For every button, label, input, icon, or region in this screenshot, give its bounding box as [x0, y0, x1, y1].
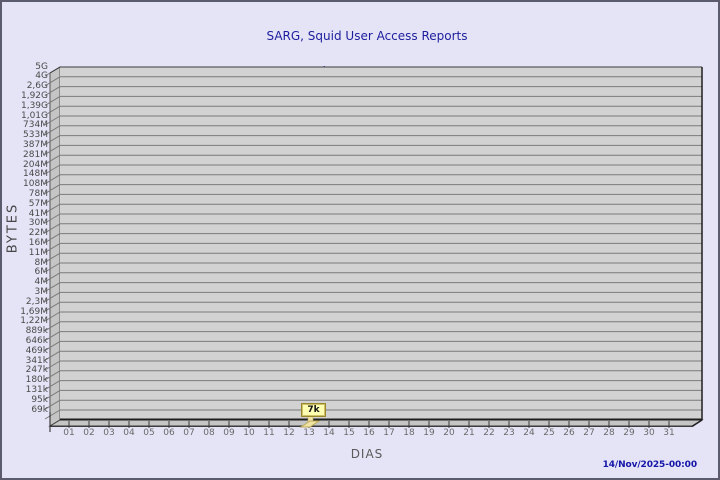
x-tick-label: 21: [463, 428, 475, 438]
x-tick-label: 22: [483, 428, 495, 438]
x-tick-label: 03: [103, 428, 115, 438]
x-tick-label: 14: [323, 428, 335, 438]
y-tick-label: 180k: [25, 375, 48, 386]
x-tick-label: 08: [203, 428, 215, 438]
x-tick-label: 09: [223, 428, 235, 438]
y-tick-label: 533M: [23, 130, 48, 141]
y-tick-label: 247k: [25, 365, 48, 376]
x-tick-label: 20: [443, 428, 455, 438]
y-tick-label: 1,92G: [20, 90, 48, 101]
y-tick-label: 5G: [35, 61, 48, 72]
x-tick-label: 15: [343, 428, 355, 438]
x-tick-label: 28: [603, 428, 615, 438]
x-tick-label: 24: [523, 428, 535, 438]
bar-value-annotation: 7k: [301, 403, 326, 417]
y-tick-label: 95k: [31, 394, 48, 405]
y-tick-label: 1,39G: [20, 100, 48, 111]
y-tick-label: 469k: [25, 345, 48, 356]
x-tick-label: 10: [243, 428, 255, 438]
y-tick-label: 2,3M: [25, 296, 48, 307]
y-tick-label: 69k: [31, 404, 48, 415]
y-tick-label: 4G: [35, 71, 48, 82]
y-tick-label: 4M: [34, 277, 49, 288]
x-tick-label: 11: [263, 428, 275, 438]
bar-chart-plot: [44, 66, 704, 432]
x-tick-label: 16: [363, 428, 375, 438]
x-tick-label: 27: [583, 428, 595, 438]
y-tick-label: 341k: [25, 355, 48, 366]
x-tick-label: 18: [403, 428, 415, 438]
x-tick-label: 13: [303, 428, 315, 438]
x-tick-label: 29: [623, 428, 635, 438]
y-tick-label: 3M: [34, 286, 49, 297]
y-tick-label: 646k: [25, 335, 48, 346]
y-tick-label: 8M: [34, 257, 49, 268]
x-tick-label: 17: [383, 428, 395, 438]
y-tick-label: 2,6G: [26, 81, 48, 92]
x-tick-label: 31: [663, 428, 675, 438]
x-tick-label: 26: [563, 428, 575, 438]
y-tick-label: 889k: [25, 326, 48, 337]
x-tick-label: 05: [143, 428, 155, 438]
x-tick-label: 01: [63, 428, 75, 438]
x-tick-label: 04: [123, 428, 135, 438]
y-tick-label: 1,69M: [20, 306, 48, 317]
y-tick-label: 204M: [23, 159, 48, 170]
x-tick-label: 02: [83, 428, 95, 438]
y-tick-label: 78M: [28, 188, 48, 199]
y-tick-label: 148M: [23, 169, 48, 180]
x-tick-label: 30: [643, 428, 655, 438]
y-tick-label: 6M: [34, 267, 49, 278]
y-tick-label: 108M: [23, 179, 48, 190]
y-tick-label: 387M: [23, 139, 48, 150]
x-tick-label: 06: [163, 428, 175, 438]
x-tick-label: 23: [503, 428, 515, 438]
generation-timestamp: 14/Nov/2025-00:00: [602, 460, 698, 470]
x-tick-label: 19: [423, 428, 435, 438]
x-tick-label: 25: [543, 428, 555, 438]
y-axis-title: BYTES: [5, 202, 21, 254]
y-tick-label: 131k: [25, 384, 48, 395]
y-tick-label: 281M: [23, 149, 48, 160]
y-tick-label: 734M: [23, 120, 48, 131]
x-axis-title: DIAS: [350, 447, 384, 461]
x-tick-label: 07: [183, 428, 195, 438]
y-tick-label: 1,01G: [20, 110, 48, 121]
x-tick-label: 12: [283, 428, 295, 438]
y-tick-label: 1,22M: [20, 316, 48, 327]
sarg-report-window: SARG, Squid User Access Reports Período:…: [0, 0, 720, 480]
